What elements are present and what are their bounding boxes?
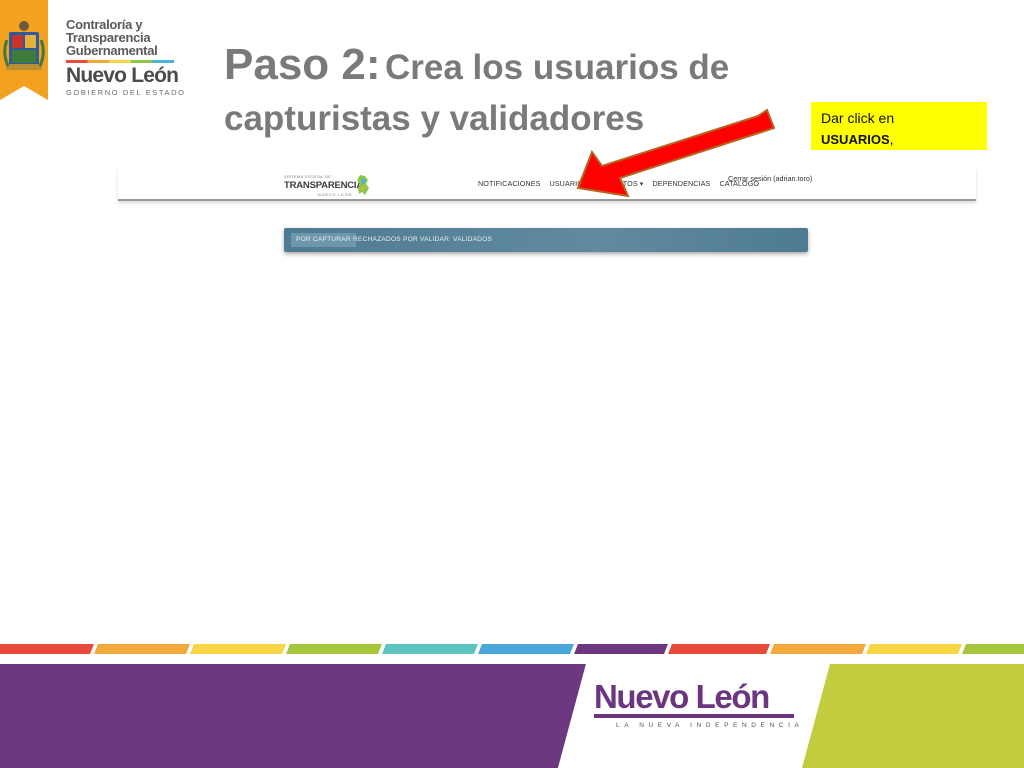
contraloria-logo: Contraloría y Transparencia Gubernamenta… [66,18,186,97]
state-map-icon [357,175,369,195]
logo-small-text: SISTEMA ESTATAL DE [284,174,332,179]
logo-state-name: Nuevo León [66,64,179,87]
title-step: Paso 2: [224,40,381,89]
brand-name: Nuevo León [594,678,770,715]
status-tabbar: POR CAPTURAR RECHAZADOS POR VALIDAR VALI… [284,228,808,252]
title-line1: Crea los usuarios de [384,48,730,87]
brand-tagline: LA NUEVA INDEPENDENCIA [616,722,804,729]
slide: Contraloría y Transparencia Gubernamenta… [0,0,1024,768]
note-bold: USUARIOS [821,132,890,147]
logo-line-3: Gubernamental [66,43,158,58]
nav-notificaciones[interactable]: NOTIFICACIONES [478,179,541,188]
tab-validados[interactable]: VALIDADOS [448,233,497,247]
logo-color-bar [66,60,174,63]
red-arrow-icon [576,108,775,198]
logo-government: GOBIERNO DEL ESTADO [66,88,186,97]
logo-sub: NUEVO LEÓN [318,192,353,197]
coat-of-arms-icon [0,0,48,100]
nuevo-leon-brand: Nuevo León LA NUEVA INDEPENDENCIA [594,666,804,768]
color-stripes [0,644,1024,654]
instruction-note: Dar click en USUARIOS, [811,102,987,150]
app-header: SISTEMA ESTATAL DE TRANSPARENCIA NUEVO L… [118,168,976,201]
logo-name: TRANSPARENCIA [284,180,364,191]
tab-por-capturar[interactable]: POR CAPTURAR [291,233,356,247]
note-suffix: , [889,131,894,147]
note-text: Dar click en [821,110,895,126]
tab-por-validar[interactable]: POR VALIDAR [398,233,454,247]
brand-bar [594,714,794,718]
footer-band [0,664,1024,768]
transparencia-logo[interactable]: SISTEMA ESTATAL DE TRANSPARENCIA NUEVO L… [284,172,376,198]
